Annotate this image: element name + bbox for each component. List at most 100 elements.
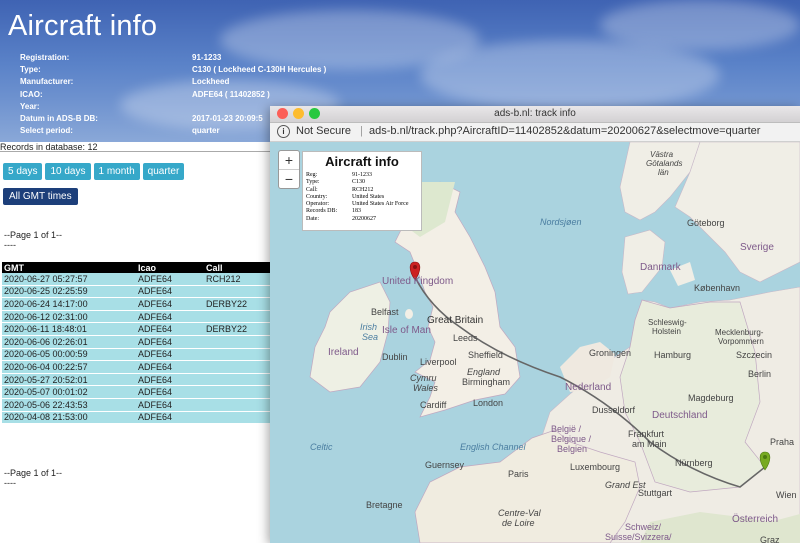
all-gmt-times-button[interactable]: All GMT times xyxy=(3,188,78,205)
detail-label: Manufacturer: xyxy=(20,77,74,87)
url-text[interactable]: ads-b.nl/track.php?AircraftID=11402852&d… xyxy=(369,125,760,137)
label-nurnberg: Nürnberg xyxy=(675,458,713,468)
cell-gmt: 2020-05-27 20:52:01 xyxy=(2,373,136,387)
detail-label: Type: xyxy=(20,65,41,75)
table-row: 2020-06-11 18:48:01 ADFE64 DERBY22 xyxy=(2,322,270,336)
pager-text: --Page 1 of 1-- xyxy=(4,468,63,478)
window-titlebar[interactable]: ads-b.nl: track info xyxy=(270,106,800,123)
label-goteborg: Göteborg xyxy=(687,218,725,228)
pager-bottom: --Page 1 of 1-- ---- xyxy=(4,468,62,488)
cell-icao: ADFE64 xyxy=(136,348,204,362)
label-cymru: Cymru xyxy=(410,373,437,383)
table-row: 2020-06-25 02:25:59 ADFE64 xyxy=(2,285,270,299)
detail-label: Select period: xyxy=(20,126,73,136)
table-row: 2020-06-06 02:26:01 ADFE64 xyxy=(2,335,270,349)
cell-gmt: 2020-05-07 00:01:02 xyxy=(2,385,136,399)
pager-text: --Page 1 of 1-- xyxy=(4,230,63,240)
cell-icao: ADFE64 xyxy=(136,310,204,324)
info-key: Country: xyxy=(306,193,328,200)
address-bar[interactable]: i Not Secure | ads-b.nl/track.php?Aircra… xyxy=(270,123,800,142)
info-row: Records DB: 183 xyxy=(303,208,421,215)
cell-gmt: 2020-06-06 02:26:01 xyxy=(2,335,136,349)
map-view[interactable]: United Kingdom Great Britain Isle of Man… xyxy=(270,142,800,543)
zoom-out-button[interactable]: − xyxy=(279,170,299,188)
zoom-in-button[interactable]: + xyxy=(279,151,299,170)
pager-top: --Page 1 of 1-- ---- xyxy=(4,230,62,250)
info-row: Country: United States xyxy=(303,194,421,201)
label-grand-est: Grand Est xyxy=(605,480,646,490)
detail-label: ICAO: xyxy=(20,89,43,99)
cell-call xyxy=(204,285,270,299)
cell-call xyxy=(204,411,270,425)
header-call[interactable]: Call xyxy=(204,262,270,273)
label-belgie: België / xyxy=(551,424,582,434)
records-table: GMT Icao Call 2020-06-27 05:27:57 ADFE64 R… xyxy=(2,262,270,425)
info-box-title: Aircraft info xyxy=(325,154,399,169)
info-key: Call: xyxy=(306,186,318,193)
label-nordsjoen: Nordsjøen xyxy=(540,217,582,227)
cell-icao: ADFE64 xyxy=(136,373,204,387)
label-dusseldorf: Dusseldorf xyxy=(592,405,636,415)
pager-dashes: ---- xyxy=(4,478,16,488)
label-ireland: Ireland xyxy=(328,347,359,358)
period-5-days-button[interactable]: 5 days xyxy=(3,163,43,180)
header-gmt[interactable]: GMT xyxy=(2,262,136,273)
period-10-days-button[interactable]: 10 days xyxy=(45,163,91,180)
info-key: Records DB: xyxy=(306,208,338,215)
label-paris: Paris xyxy=(508,469,529,479)
info-icon[interactable]: i xyxy=(277,125,290,138)
period-quarter-button[interactable]: quarter xyxy=(142,163,185,180)
info-value: 91-1233 xyxy=(352,172,372,178)
label-great-britain: Great Britain xyxy=(427,315,484,326)
label-schweiz: Schweiz/ xyxy=(625,522,662,532)
detail-row: Manufacturer: Lockheed xyxy=(20,76,326,88)
cell-gmt: 2020-06-04 00:22:57 xyxy=(2,360,136,374)
cell-icao: ADFE64 xyxy=(136,273,204,286)
cell-call xyxy=(204,348,270,362)
separator: | xyxy=(360,125,363,137)
table-row: 2020-06-05 00:00:59 ADFE64 xyxy=(2,348,270,362)
table-row: 2020-06-12 02:31:00 ADFE64 xyxy=(2,310,270,324)
page-title: Aircraft info xyxy=(8,10,158,42)
label-graz: Graz xyxy=(760,535,780,543)
label-nederland: Nederland xyxy=(565,382,612,393)
table-row: 2020-05-06 22:43:53 ADFE64 xyxy=(2,398,270,412)
label-bretagne: Bretagne xyxy=(366,500,403,510)
label-vastra: Västra xyxy=(650,150,674,159)
aircraft-info-box: Aircraft info Reg: 91-1233 Type: C130 Call… xyxy=(302,151,422,231)
label-luxembourg: Luxembourg xyxy=(570,462,621,472)
label-irish: Irish xyxy=(360,322,378,332)
detail-label: Registration: xyxy=(20,53,70,62)
track-info-window: ads-b.nl: track info i Not Secure | ads-… xyxy=(270,106,800,543)
label-frankfurt: Frankfurt xyxy=(628,429,665,439)
period-1-month-button[interactable]: 1 month xyxy=(93,163,140,180)
label-berlin: Berlin xyxy=(748,369,772,379)
label-leeds: Leeds xyxy=(453,333,478,343)
label-danmark: Danmark xyxy=(640,262,681,273)
cell-gmt: 2020-06-11 18:48:01 xyxy=(2,322,136,336)
cell-gmt: 2020-06-12 02:31:00 xyxy=(2,310,136,324)
label-vorpommern: Vorpommern xyxy=(718,337,764,346)
table-header-row: GMT Icao Call xyxy=(2,262,270,273)
info-value: United States xyxy=(352,193,385,200)
security-status[interactable]: Not Secure xyxy=(296,125,351,137)
label-szczecin: Szczecin xyxy=(736,350,773,360)
label-praha: Praha xyxy=(770,437,795,447)
header-icao[interactable]: Icao xyxy=(136,262,204,273)
detail-row: Registration: 91-1233 xyxy=(20,52,326,64)
detail-value: quarter xyxy=(192,126,220,136)
divider xyxy=(0,151,270,152)
detail-row: Type: C130 ( Lockheed C-130H Hercules ) xyxy=(20,64,326,76)
cell-icao: ADFE64 xyxy=(136,335,204,349)
cell-gmt: 2020-06-05 00:00:59 xyxy=(2,348,136,362)
label-united-kingdom: United Kingdom xyxy=(382,276,454,287)
cell-call xyxy=(204,398,270,412)
label-kobenhavn: København xyxy=(694,283,741,293)
window-title: ads-b.nl: track info xyxy=(494,108,576,119)
info-key: Reg: xyxy=(306,172,318,178)
cell-gmt: 2020-06-27 05:27:57 xyxy=(2,273,136,286)
cell-icao: ADFE64 xyxy=(136,297,204,311)
cell-gmt: 2020-06-25 02:25:59 xyxy=(2,285,136,299)
info-value: 20200627 xyxy=(352,215,376,222)
table-row: 2020-05-27 20:52:01 ADFE64 xyxy=(2,373,270,387)
